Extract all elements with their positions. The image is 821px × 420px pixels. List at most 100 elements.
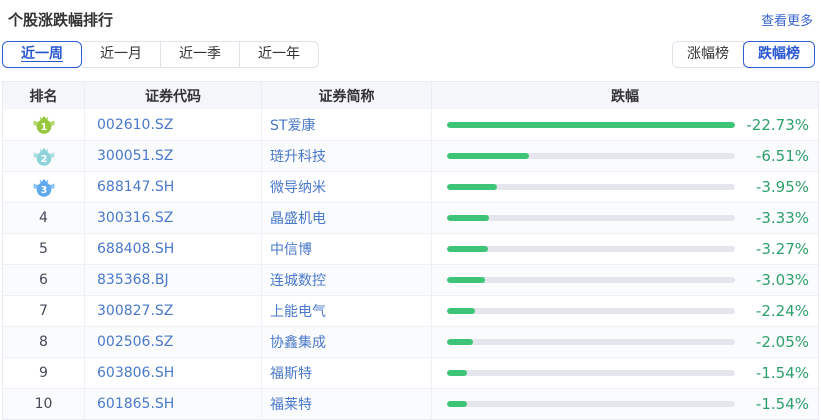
table-row: 10601865.SH福莱特 -1.54% xyxy=(3,388,818,419)
stock-name-link[interactable]: 上能电气 xyxy=(261,296,431,326)
bar-fill xyxy=(447,308,475,314)
rank-cell: 10 xyxy=(3,389,84,419)
page-title: 个股涨跌幅排行 xyxy=(8,9,113,30)
rank-medal: 3 xyxy=(33,177,55,198)
widget-header: 个股涨跌幅排行 查看更多 xyxy=(0,0,821,30)
stock-code-link[interactable]: 688408.SH xyxy=(84,234,261,264)
bar-fill xyxy=(447,401,467,407)
rank-medal-icon: 2 xyxy=(33,146,55,167)
table-row: 3 688147.SH微导纳米 -3.95% xyxy=(3,171,818,202)
stock-name-link[interactable]: 连城数控 xyxy=(261,265,431,295)
bar-track xyxy=(447,153,735,159)
change-percent: -3.03% xyxy=(735,271,809,289)
stock-ranking-widget: 个股涨跌幅排行 查看更多 近一周 近一月 近一季 近一年 涨幅榜 跌幅榜 排名 … xyxy=(0,0,821,413)
change-bar-cell: -6.51% xyxy=(431,141,818,171)
stock-code-link[interactable]: 002506.SZ xyxy=(84,327,261,357)
stock-name-link[interactable]: 福莱特 xyxy=(261,389,431,419)
change-bar-cell: -3.03% xyxy=(431,265,818,295)
change-percent: -2.24% xyxy=(735,302,809,320)
stock-code-link[interactable]: 300827.SZ xyxy=(84,296,261,326)
view-more-link[interactable]: 查看更多 xyxy=(761,10,813,29)
stock-name-link[interactable]: ST爱康 xyxy=(261,109,431,140)
stock-name-link[interactable]: 琏升科技 xyxy=(261,141,431,171)
table-row: 5688408.SH中信博 -3.27% xyxy=(3,233,818,264)
rank-medal: 2 xyxy=(33,146,55,167)
table-row: 9603806.SH福斯特 -1.54% xyxy=(3,357,818,388)
rank-cell: 1 xyxy=(3,109,84,140)
controls-row: 近一周 近一月 近一季 近一年 涨幅榜 跌幅榜 xyxy=(2,41,815,68)
table-header-row: 排名 证券代码 证券简称 跌幅 xyxy=(3,82,818,109)
rank-cell: 4 xyxy=(3,203,84,233)
stock-name-link[interactable]: 中信博 xyxy=(261,234,431,264)
stock-name-link[interactable]: 晶盛机电 xyxy=(261,203,431,233)
bar-track xyxy=(447,339,735,345)
board-toggle-group: 涨幅榜 跌幅榜 xyxy=(672,41,815,68)
column-header-rank: 排名 xyxy=(3,82,84,109)
ranking-table: 排名 证券代码 证券简称 跌幅 1002610.SZST爱康-22.73%230… xyxy=(2,81,819,420)
stock-code-link[interactable]: 002610.SZ xyxy=(84,109,261,140)
svg-text:3: 3 xyxy=(40,184,47,195)
table-row: 4300316.SZ晶盛机电-3.33% xyxy=(3,202,818,233)
change-bar-cell: -1.54% xyxy=(431,389,818,419)
stock-code-link[interactable]: 603806.SH xyxy=(84,358,261,388)
change-percent: -6.51% xyxy=(735,147,809,165)
svg-text:2: 2 xyxy=(40,153,47,164)
column-header-code: 证券代码 xyxy=(84,82,261,109)
rank-cell: 7 xyxy=(3,296,84,326)
bar-track xyxy=(447,246,735,252)
rank-medal-icon: 1 xyxy=(33,114,55,135)
period-tab-group: 近一周 近一月 近一季 近一年 xyxy=(2,41,319,68)
tab-last-month[interactable]: 近一月 xyxy=(82,41,161,68)
change-bar-cell: -3.95% xyxy=(431,172,818,202)
stock-name-link[interactable]: 微导纳米 xyxy=(261,172,431,202)
change-bar-cell: -3.33% xyxy=(431,203,818,233)
bar-fill xyxy=(447,277,485,283)
table-row: 2 300051.SZ琏升科技 -6.51% xyxy=(3,140,818,171)
rank-cell: 8 xyxy=(3,327,84,357)
bar-fill xyxy=(447,339,473,345)
table-row: 1 002610.SZST爱康 -22.73% xyxy=(3,109,818,140)
stock-code-link[interactable]: 601865.SH xyxy=(84,389,261,419)
bar-track xyxy=(447,277,735,283)
stock-code-link[interactable]: 300316.SZ xyxy=(84,203,261,233)
stock-code-link[interactable]: 300051.SZ xyxy=(84,141,261,171)
table-row: 7300827.SZ上能电气 -2.24% xyxy=(3,295,818,326)
bar-fill xyxy=(447,246,488,252)
change-percent: -3.95% xyxy=(735,178,809,196)
bar-fill xyxy=(447,370,467,376)
bar-fill xyxy=(447,215,489,221)
rank-cell: 9 xyxy=(3,358,84,388)
column-header-change: 跌幅 xyxy=(431,82,818,109)
rank-cell: 5 xyxy=(3,234,84,264)
tab-last-week[interactable]: 近一周 xyxy=(2,41,82,68)
change-percent: -1.54% xyxy=(735,364,809,382)
tab-last-year[interactable]: 近一年 xyxy=(240,41,319,68)
column-header-name: 证券简称 xyxy=(261,82,431,109)
stock-code-link[interactable]: 835368.BJ xyxy=(84,265,261,295)
stock-name-link[interactable]: 福斯特 xyxy=(261,358,431,388)
tab-last-quarter[interactable]: 近一季 xyxy=(161,41,240,68)
toggle-gainers[interactable]: 涨幅榜 xyxy=(672,41,744,68)
stock-code-link[interactable]: 688147.SH xyxy=(84,172,261,202)
svg-text:1: 1 xyxy=(40,122,47,133)
change-bar-cell: -1.54% xyxy=(431,358,818,388)
table-row: 6835368.BJ连城数控 -3.03% xyxy=(3,264,818,295)
rank-cell: 3 xyxy=(3,172,84,202)
table-row: 8002506.SZ协鑫集成-2.05% xyxy=(3,326,818,357)
bar-fill xyxy=(447,153,529,159)
change-percent: -22.73% xyxy=(735,116,809,134)
rank-medal: 1 xyxy=(33,114,55,135)
bar-track xyxy=(447,122,735,128)
change-percent: -3.27% xyxy=(735,240,809,258)
change-bar-cell: -3.27% xyxy=(431,234,818,264)
change-bar-cell: -22.73% xyxy=(431,109,818,140)
rank-cell: 2 xyxy=(3,141,84,171)
change-percent: -1.54% xyxy=(735,395,809,413)
stock-name-link[interactable]: 协鑫集成 xyxy=(261,327,431,357)
toggle-losers[interactable]: 跌幅榜 xyxy=(743,41,815,68)
rank-cell: 6 xyxy=(3,265,84,295)
bar-track xyxy=(447,370,735,376)
bar-fill xyxy=(447,184,497,190)
change-bar-cell: -2.05% xyxy=(431,327,818,357)
rank-medal-icon: 3 xyxy=(33,177,55,198)
